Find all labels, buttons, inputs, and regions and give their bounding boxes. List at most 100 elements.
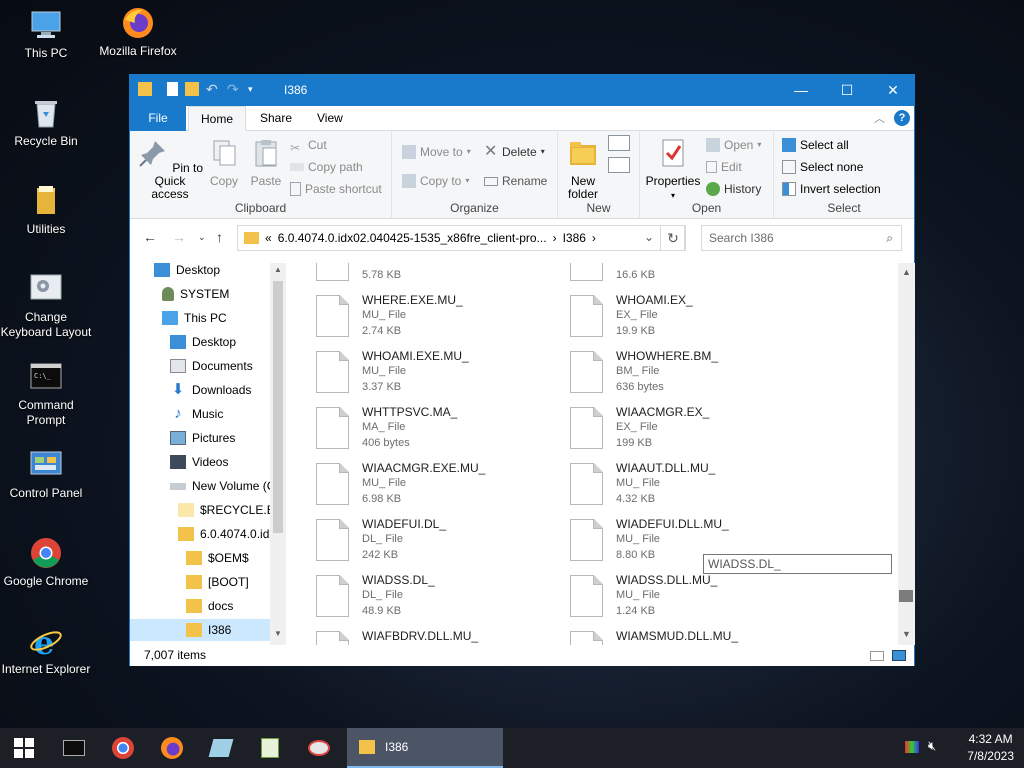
large-icons-view-icon[interactable] — [892, 650, 906, 661]
easy-access-icon[interactable] — [608, 157, 630, 173]
forward-button[interactable]: → — [172, 229, 186, 245]
desktop-icon-chrome[interactable]: Google Chrome — [0, 536, 92, 589]
new-item-icon[interactable] — [608, 135, 630, 151]
breadcrumb-parent[interactable]: 6.0.4074.0.idx02.040425-1535_x86fre_clie… — [278, 231, 547, 245]
file-item[interactable]: 16.6 KB — [541, 263, 791, 287]
delete-button[interactable]: ✕ Delete ▾ — [484, 142, 545, 162]
file-item[interactable]: WIAACMGR.EX_ EX_ File 199 KB — [541, 403, 791, 455]
details-view-icon[interactable] — [870, 651, 884, 661]
close-button[interactable]: ✕ — [870, 75, 916, 106]
select-none-button[interactable]: Select none — [782, 157, 863, 177]
taskbar-firefox[interactable] — [148, 728, 196, 768]
nav-item-pictures[interactable]: Pictures — [170, 427, 235, 449]
copy-button[interactable]: Copy — [206, 137, 242, 188]
nav-item-videos[interactable]: Videos — [170, 451, 228, 473]
nav-item-oem-folder[interactable]: $OEM$ — [186, 547, 249, 569]
properties-button[interactable]: Properties ▾ — [644, 137, 702, 202]
move-to-button[interactable]: Move to ▾ — [402, 142, 471, 162]
back-button[interactable]: ← — [143, 229, 157, 245]
breadcrumb-current[interactable]: I386 — [563, 231, 586, 245]
nav-item-boot-folder[interactable]: [BOOT] — [186, 571, 249, 593]
copy-to-button[interactable]: Copy to ▾ — [402, 171, 469, 191]
file-item[interactable]: WHOAMI.EXE.MU_ MU_ File 3.37 KB — [287, 347, 537, 399]
properties-icon[interactable] — [167, 82, 178, 96]
nav-item-idx-folder[interactable]: 6.0.4074.0.idx — [178, 523, 275, 545]
nav-item-i386-folder[interactable]: I386 — [130, 619, 270, 641]
refresh-button[interactable]: ↻ — [660, 225, 686, 251]
paste-shortcut-button[interactable]: Paste shortcut — [290, 179, 382, 199]
nav-item-downloads[interactable]: ⬇ Downloads — [170, 379, 252, 401]
open-button[interactable]: Open ▾ — [706, 135, 761, 155]
minimize-button[interactable]: — — [778, 75, 824, 106]
copy-path-button[interactable]: Copy path — [290, 157, 363, 177]
nav-item-new-volume[interactable]: New Volume (C — [170, 475, 275, 497]
desktop-icon-this-pc[interactable]: This PC — [0, 8, 92, 61]
tab-share[interactable]: Share — [248, 106, 304, 131]
desktop-icon-firefox[interactable]: Mozilla Firefox — [92, 6, 184, 59]
pin-quick-access-button[interactable]: Pin to Quick access — [136, 137, 204, 201]
file-item[interactable]: 5.78 KB — [287, 263, 537, 287]
nav-scrollbar-thumb[interactable] — [273, 281, 283, 533]
folder-icon — [178, 527, 194, 541]
tab-view[interactable]: View — [305, 106, 355, 131]
address-dropdown-icon[interactable]: ⌄ — [644, 230, 654, 244]
taskbar-chrome[interactable] — [99, 728, 147, 768]
invert-selection-button[interactable]: Invert selection — [782, 179, 881, 199]
nav-item-system[interactable]: SYSTEM — [162, 283, 229, 305]
desktop-icon-control-panel[interactable]: Control Panel — [0, 448, 92, 501]
nav-item-this-pc[interactable]: This PC — [162, 307, 227, 329]
desktop-icon-keyboard-layout[interactable]: Change Keyboard Layout — [0, 272, 92, 340]
taskbar-cmd[interactable] — [50, 728, 98, 768]
customize-toolbar-icon[interactable]: ▾ — [248, 82, 262, 96]
maximize-button[interactable]: ☐ — [824, 75, 870, 106]
desktop-icon-internet-explorer[interactable]: e Internet Explorer — [0, 624, 92, 677]
taskbar-app-6[interactable] — [295, 728, 343, 768]
start-button[interactable] — [0, 728, 48, 768]
file-item[interactable]: WIADSS.DL_ DL_ File 48.9 KB — [287, 571, 537, 623]
redo-icon[interactable]: ↷ — [227, 82, 241, 96]
history-button[interactable]: History — [706, 179, 761, 199]
cut-button[interactable]: ✂ Cut — [290, 135, 327, 155]
desktop-icon-command-prompt[interactable]: C:\_ Command Prompt — [0, 360, 92, 428]
nav-item-music[interactable]: ♪ Music — [170, 403, 223, 425]
rename-button[interactable]: Rename — [484, 171, 547, 191]
content-scrollbar[interactable]: ▲ ▼ — [898, 263, 915, 645]
file-item[interactable]: WIAFBDRV.DLL.MU_ — [287, 627, 537, 645]
address-bar[interactable]: « 6.0.4074.0.idx02.040425-1535_x86fre_cl… — [237, 225, 685, 251]
volume-muted-icon[interactable]: 🔇︎ — [928, 738, 936, 754]
file-item[interactable]: WIADEFUI.DL_ DL_ File 242 KB — [287, 515, 537, 567]
nav-item-desktop-2[interactable]: Desktop — [170, 331, 236, 353]
content-scrollbar-thumb[interactable] — [899, 590, 913, 602]
collapse-ribbon-icon[interactable]: ︿ — [874, 110, 885, 126]
desktop-icon-recycle-bin[interactable]: Recycle Bin — [0, 96, 92, 149]
search-input[interactable]: Search I386 ⌕ — [701, 225, 902, 251]
file-item[interactable]: WHERE.EXE.MU_ MU_ File 2.74 KB — [287, 291, 537, 343]
nav-item-documents[interactable]: Documents — [170, 355, 253, 377]
display-icon[interactable] — [905, 741, 919, 753]
nav-item-docs-folder[interactable]: docs — [186, 595, 233, 617]
help-icon[interactable]: ? — [894, 110, 910, 126]
new-folder-icon[interactable] — [185, 82, 199, 96]
file-item[interactable]: WHOAMI.EX_ EX_ File 19.9 KB — [541, 291, 791, 343]
nav-item-desktop[interactable]: Desktop — [154, 263, 220, 281]
file-item[interactable]: WHOWHERE.BM_ BM_ File 636 bytes — [541, 347, 791, 399]
select-all-button[interactable]: Select all — [782, 135, 849, 155]
taskbar-app-5[interactable] — [246, 728, 294, 768]
file-item[interactable]: WIAMSMUD.DLL.MU_ — [541, 627, 791, 645]
file-item[interactable]: WIAAUT.DLL.MU_ MU_ File 4.32 KB — [541, 459, 791, 511]
edit-button[interactable]: Edit — [706, 157, 742, 177]
nav-scrollbar[interactable]: ▲ ▼ — [270, 263, 286, 645]
paste-button[interactable]: Paste — [246, 137, 286, 188]
tab-home[interactable]: Home — [188, 106, 247, 132]
file-item[interactable]: WIAACMGR.EXE.MU_ MU_ File 6.98 KB — [287, 459, 537, 511]
undo-icon[interactable]: ↶ — [206, 82, 220, 96]
desktop-icon-utilities[interactable]: Utilities — [0, 184, 92, 237]
recent-locations-button[interactable]: ⌄ — [198, 232, 206, 243]
clock[interactable]: 4:32 AM 7/8/2023 — [967, 731, 1014, 765]
new-folder-button[interactable]: New folder — [560, 137, 606, 201]
file-item[interactable]: WIADSS.DLL.MU_ MU_ File 1.24 KB — [541, 571, 791, 623]
taskbar-explorer-active[interactable]: I386 — [347, 728, 503, 768]
file-item[interactable]: WHTTPSVC.MA_ MA_ File 406 bytes — [287, 403, 537, 455]
up-button[interactable]: ↑ — [216, 229, 223, 245]
taskbar-app-4[interactable] — [197, 728, 245, 768]
